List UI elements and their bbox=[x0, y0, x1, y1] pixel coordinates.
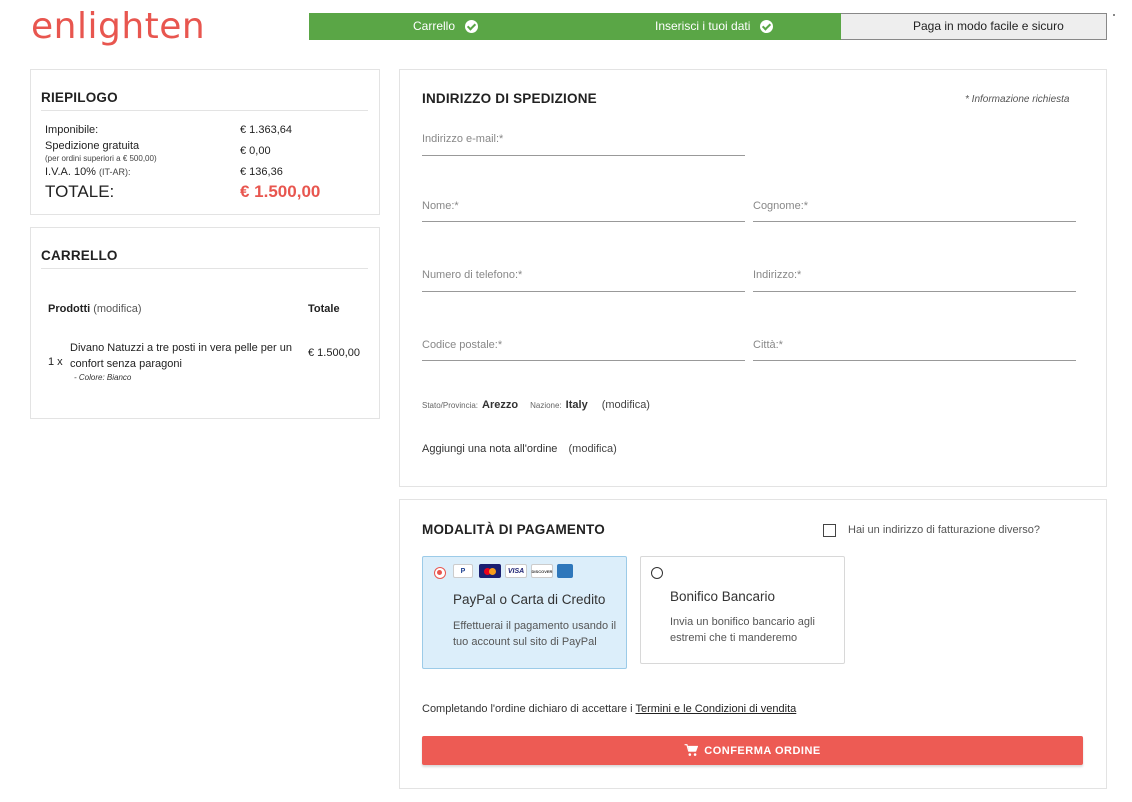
step-cart-label: Carrello bbox=[413, 19, 456, 33]
email-field[interactable] bbox=[422, 155, 745, 156]
item-total: € 1.500,00 bbox=[308, 347, 360, 359]
item-name-line2: confort senza paragoni bbox=[70, 358, 182, 370]
decorative-dot bbox=[1113, 14, 1115, 16]
divider bbox=[41, 268, 368, 269]
email-label: Indirizzo e-mail:* bbox=[422, 133, 504, 145]
location-row: Stato/Provincia: Arezzo Nazione: Italy (… bbox=[422, 399, 650, 411]
step-pay-label: Paga in modo facile e sicuro bbox=[913, 19, 1064, 33]
taxable-label: Imponibile: bbox=[45, 124, 99, 136]
terms-prefix: Completando l'ordine dichiaro di accetta… bbox=[422, 703, 633, 715]
bank-title: Bonifico Bancario bbox=[670, 589, 776, 604]
item-qty: 1 x bbox=[48, 356, 63, 368]
terms-link[interactable]: Termini e le Condizioni di vendita bbox=[635, 703, 796, 715]
item-variant: - Colore: Bianco bbox=[74, 373, 132, 382]
mastercard-icon bbox=[479, 564, 501, 578]
step-cart[interactable]: Carrello bbox=[413, 19, 479, 33]
total-value: € 1.500,00 bbox=[240, 182, 321, 201]
card-logos: P VISA DISCOVER bbox=[453, 564, 573, 580]
cart-products-header: Prodotti (modifica) bbox=[48, 303, 142, 315]
phone-field[interactable] bbox=[422, 291, 745, 292]
cart-icon bbox=[684, 744, 699, 756]
order-note-row: Aggiungi una nota all'ordine (modifica) bbox=[422, 443, 617, 455]
cart-title: CARRELLO bbox=[41, 248, 118, 263]
cart-item: Divano Natuzzi a tre posti in vera pelle… bbox=[70, 340, 292, 372]
paypal-title: PayPal o Carta di Credito bbox=[453, 592, 606, 607]
visa-icon: VISA bbox=[505, 564, 527, 578]
city-field[interactable] bbox=[753, 360, 1076, 361]
last-name-field[interactable] bbox=[753, 221, 1076, 222]
taxable-value: € 1.363,64 bbox=[240, 124, 292, 136]
shipping-title: INDIRIZZO DI SPEDIZIONE bbox=[422, 91, 597, 106]
step-details[interactable]: Inserisci i tuoi dati bbox=[655, 19, 774, 33]
check-icon bbox=[760, 19, 774, 33]
discover-icon: DISCOVER bbox=[531, 564, 553, 578]
checkout-steps: Carrello Inserisci i tuoi dati Paga in m… bbox=[309, 13, 1107, 40]
shipping-label: Spedizione gratuita bbox=[45, 140, 140, 152]
shipping-value: € 0,00 bbox=[240, 145, 271, 157]
terms-text: Completando l'ordine dichiaro di accetta… bbox=[422, 703, 796, 715]
address-label: Indirizzo:* bbox=[753, 269, 802, 281]
step-pay: Paga in modo facile e sicuro bbox=[913, 19, 1064, 33]
city-label: Città:* bbox=[753, 339, 783, 351]
first-name-field[interactable] bbox=[422, 221, 745, 222]
country-label: Nazione: bbox=[530, 401, 562, 410]
zip-label: Codice postale:* bbox=[422, 339, 503, 351]
step-details-label: Inserisci i tuoi dati bbox=[655, 19, 751, 33]
zip-field[interactable] bbox=[422, 360, 745, 361]
bank-desc-line2: estremi che ti manderemo bbox=[670, 632, 798, 644]
bank-desc-line1: Invia un bonifico bancario agli bbox=[670, 616, 815, 628]
payment-title: MODALITÀ DI PAGAMENTO bbox=[422, 522, 605, 537]
divider bbox=[41, 110, 368, 111]
check-icon bbox=[465, 19, 479, 33]
payment-option-bank[interactable] bbox=[640, 556, 845, 664]
vat-label: I.V.A. 10% bbox=[45, 166, 96, 178]
billing-checkbox-label[interactable]: Hai un indirizzo di fatturazione diverso… bbox=[848, 524, 1040, 536]
confirm-order-button[interactable]: CONFERMA ORDINE bbox=[422, 736, 1083, 765]
order-note-label: Aggiungi una nota all'ordine bbox=[422, 443, 558, 455]
billing-checkbox[interactable] bbox=[823, 524, 836, 537]
paypal-description: Effettuerai il pagamento usando il tuo a… bbox=[453, 618, 616, 650]
confirm-order-label: CONFERMA ORDINE bbox=[704, 744, 821, 757]
province-value: Arezzo bbox=[482, 399, 519, 411]
amex-icon bbox=[557, 564, 573, 578]
vat-row: I.V.A. 10% (IT-AR): bbox=[45, 166, 131, 178]
paypal-desc-line1: Effettuerai il pagamento usando il bbox=[453, 620, 617, 632]
modify-location-link[interactable]: (modifica) bbox=[602, 399, 650, 411]
total-column-label: Totale bbox=[308, 303, 340, 315]
bank-description: Invia un bonifico bancario agli estremi … bbox=[670, 614, 815, 646]
total-label: TOTALE: bbox=[45, 182, 115, 201]
modify-cart-link[interactable]: (modifica) bbox=[93, 303, 141, 315]
modify-note-link[interactable]: (modifica) bbox=[569, 443, 617, 455]
paypal-icon: P bbox=[453, 564, 473, 578]
bank-radio[interactable] bbox=[651, 567, 663, 579]
vat-value: € 136,36 bbox=[240, 166, 283, 178]
summary-title: RIEPILOGO bbox=[41, 90, 118, 105]
shipping-note: (per ordini superiori a € 500,00) bbox=[45, 154, 157, 163]
products-column-label: Prodotti bbox=[48, 303, 91, 315]
logo[interactable]: enlighten bbox=[31, 6, 205, 47]
last-name-label: Cognome:* bbox=[753, 200, 809, 212]
required-note: * Informazione richiesta bbox=[965, 94, 1070, 105]
paypal-desc-line2: tuo account sul sito di PayPal bbox=[453, 636, 597, 648]
paypal-radio[interactable] bbox=[434, 567, 446, 579]
address-field[interactable] bbox=[753, 291, 1076, 292]
vat-note: (IT-AR): bbox=[99, 167, 131, 177]
country-value: Italy bbox=[565, 399, 588, 411]
first-name-label: Nome:* bbox=[422, 200, 459, 212]
phone-label: Numero di telefono:* bbox=[422, 269, 523, 281]
item-name-line1: Divano Natuzzi a tre posti in vera pelle… bbox=[70, 342, 292, 354]
province-label: Stato/Provincia: bbox=[422, 401, 479, 410]
